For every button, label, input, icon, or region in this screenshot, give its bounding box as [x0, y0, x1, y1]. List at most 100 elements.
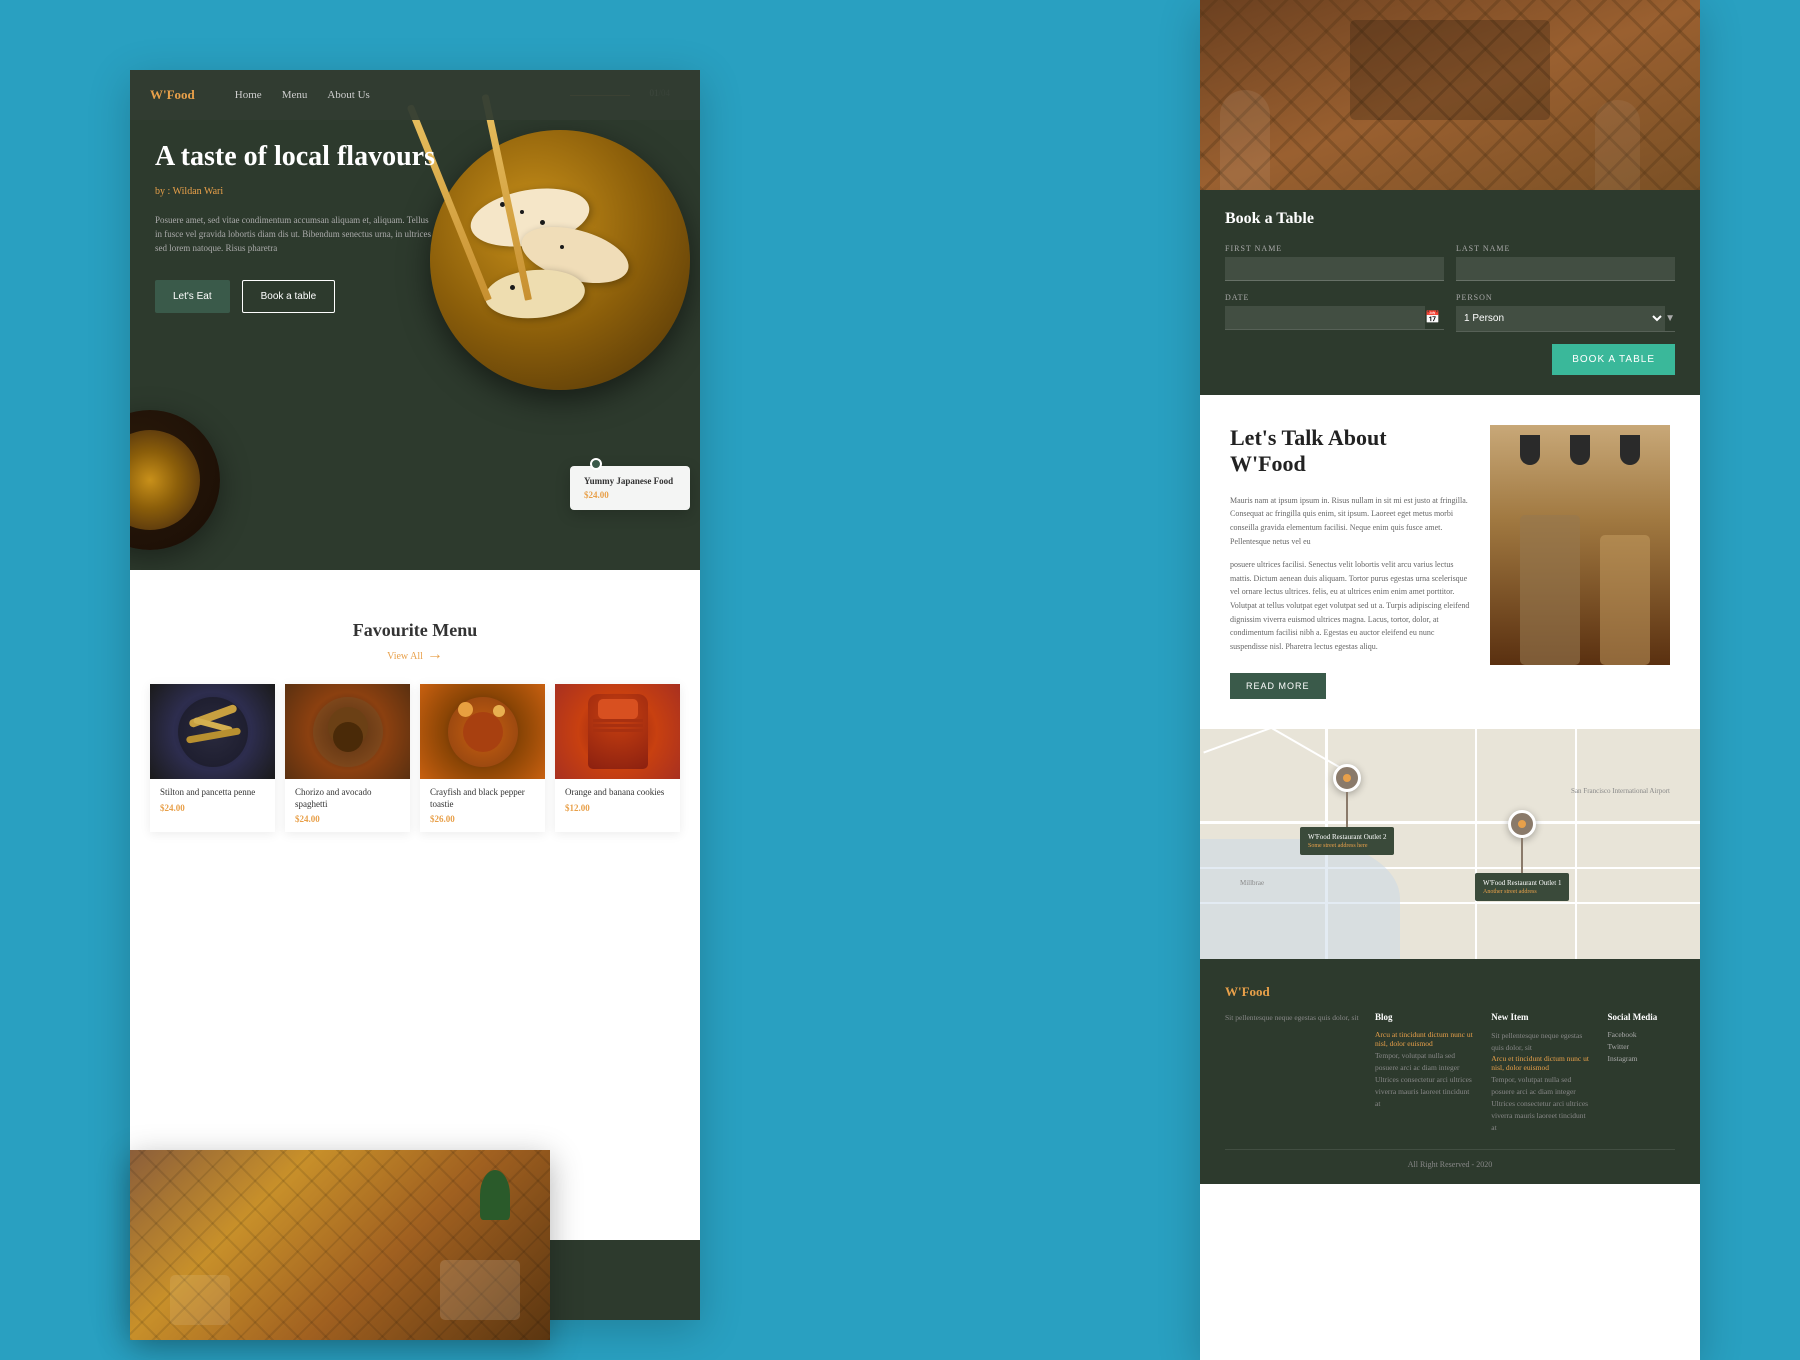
- table-figure: [440, 1260, 520, 1320]
- footer-social-col: Social Media Facebook Twitter Instagram: [1608, 1012, 1676, 1134]
- hanging-light-2: [1570, 435, 1590, 465]
- menu-item-3-image: [420, 684, 545, 779]
- first-name-input[interactable]: [1225, 257, 1444, 281]
- menu-item-1-image: [150, 684, 275, 779]
- footer-instagram-link[interactable]: Instagram: [1608, 1054, 1676, 1063]
- map-label-millbrae: Millbrae: [1240, 879, 1264, 887]
- menu-item-2-price: $24.00: [295, 814, 400, 824]
- last-name-label: LAST NAME: [1456, 244, 1675, 253]
- menu-item-3-name: Crayfish and black pepper toastie: [430, 787, 535, 810]
- book-table-form: Book a Table FIRST NAME LAST NAME DATE 📅…: [1200, 190, 1700, 395]
- menu-item-2-info: Chorizo and avocado spaghetti $24.00: [285, 779, 410, 832]
- menu-section-title: Favourite Menu: [150, 620, 680, 641]
- footer-new-item-text2: Ultrices consectetur arci ultrices viver…: [1491, 1098, 1592, 1134]
- about-paragraph-2: posuere ultrices facilisi. Senectus veli…: [1230, 558, 1470, 653]
- menu-item-3: Crayfish and black pepper toastie $26.00: [420, 684, 545, 832]
- right-website-panel: Book a Table FIRST NAME LAST NAME DATE 📅…: [1200, 0, 1700, 1360]
- last-name-field: LAST NAME: [1456, 244, 1675, 281]
- bottom-restaurant-photo: [130, 1150, 550, 1340]
- menu-item-2-image: [285, 684, 410, 779]
- footer-new-item-text1: Tempor, volutpat nulla sed posuere arci …: [1491, 1074, 1592, 1098]
- sesame-dot: [540, 220, 545, 225]
- nav-about[interactable]: About Us: [327, 89, 369, 101]
- menu-section: Favourite Menu View All → Stilton and pa…: [130, 590, 700, 852]
- footer-social-title: Social Media: [1608, 1012, 1676, 1022]
- about-section: Let's Talk About W'Food Mauris nam at ip…: [1200, 395, 1700, 729]
- menu-item-4-price: $12.00: [565, 803, 670, 813]
- map-road-diag1: [1210, 729, 1341, 768]
- nav-home[interactable]: Home: [235, 89, 262, 101]
- read-more-button[interactable]: READ MORE: [1230, 673, 1326, 699]
- sesame-dot: [510, 285, 515, 290]
- popup-dot: [590, 458, 602, 470]
- footer-new-item-desc: Sit pellentesque neque egestas quis dolo…: [1491, 1030, 1592, 1054]
- footer-facebook-link[interactable]: Facebook: [1608, 1030, 1676, 1039]
- date-label: DATE: [1225, 293, 1444, 302]
- book-table-button[interactable]: Book a table: [242, 280, 336, 313]
- nav-logo: W'Food: [150, 87, 195, 103]
- lets-eat-button[interactable]: Let's Eat: [155, 280, 230, 313]
- map-background: San Francisco International Airport Mill…: [1200, 729, 1700, 959]
- footer-brand-desc: Sit pellentesque neque egestas quis dolo…: [1225, 1012, 1360, 1024]
- hanging-light-3: [1620, 435, 1640, 465]
- footer-blog-title: Blog: [1375, 1012, 1476, 1022]
- map-pin-outlet-1[interactable]: W'Food Restaurant Outlet 1 Another stree…: [1475, 810, 1569, 901]
- first-name-label: FIRST NAME: [1225, 244, 1444, 253]
- date-field: DATE 📅: [1225, 293, 1444, 332]
- menu-item-1-name: Stilton and pancetta penne: [160, 787, 265, 799]
- table-top: [1350, 20, 1550, 120]
- view-all-link[interactable]: View All: [387, 651, 423, 662]
- footer-blog-text2: Ultrices consectetur arci ultrices viver…: [1375, 1074, 1476, 1110]
- food-info-popup: Yummy Japanese Food $24.00: [570, 466, 690, 510]
- diner-figure-1: [1220, 90, 1270, 190]
- hero-title: A taste of local flavours: [155, 140, 435, 174]
- about-kitchen-image: [1490, 425, 1670, 665]
- person-field: PERSON 1 Person 2 Persons 3 Persons 4 Pe…: [1456, 293, 1675, 332]
- footer-blog-link[interactable]: Arcu at tincidunt dictum nunc ut nisl, d…: [1375, 1030, 1476, 1048]
- footer-blog-text1: Tempor, volutpat nulla sed posuere arci …: [1375, 1050, 1476, 1074]
- menu-header: Favourite Menu View All →: [150, 620, 680, 664]
- map-road-h1: [1200, 821, 1700, 824]
- hero-author: by : Wildan Wari: [155, 186, 435, 197]
- water-body: [1200, 839, 1400, 959]
- chef-figure-1: [1520, 515, 1580, 665]
- menu-item-3-info: Crayfish and black pepper toastie $26.00: [420, 779, 545, 832]
- pin-dot-2: [1518, 820, 1526, 828]
- chevron-down-icon: ▼: [1665, 313, 1675, 324]
- pin-label-2: W'Food Restaurant Outlet 1 Another stree…: [1475, 873, 1569, 901]
- pin-dot-1: [1343, 774, 1351, 782]
- plant: [480, 1170, 510, 1220]
- date-person-row: DATE 📅 PERSON 1 Person 2 Persons 3 Perso…: [1225, 293, 1675, 332]
- about-paragraph-1: Mauris nam at ipsum ipsum in. Risus null…: [1230, 494, 1470, 548]
- dumpling-3: [483, 266, 587, 323]
- footer: W'Food Sit pellentesque neque egestas qu…: [1200, 959, 1700, 1184]
- nav-menu[interactable]: Menu: [282, 89, 308, 101]
- person-label: PERSON: [1456, 293, 1675, 302]
- food-popup-name: Yummy Japanese Food: [584, 476, 676, 486]
- footer-copyright: All Right Reserved - 2020: [1225, 1160, 1675, 1169]
- hero-buttons: Let's Eat Book a table: [155, 280, 435, 313]
- hero-description: Posuere amet, sed vitae condimentum accu…: [155, 213, 435, 256]
- menu-item-4: Orange and banana cookies $12.00: [555, 684, 680, 832]
- date-input[interactable]: [1225, 306, 1425, 329]
- last-name-input[interactable]: [1456, 257, 1675, 281]
- person-select[interactable]: 1 Person 2 Persons 3 Persons 4 Persons: [1456, 306, 1665, 331]
- map-pin-outlet-2[interactable]: W'Food Restaurant Outlet 2 Some street a…: [1300, 764, 1394, 855]
- chef-figure-2: [1600, 535, 1650, 665]
- hanging-light-1: [1520, 435, 1540, 465]
- table-figure-2: [170, 1275, 230, 1325]
- sesame-dot: [560, 245, 564, 249]
- map-road-v3: [1575, 729, 1577, 959]
- footer-twitter-link[interactable]: Twitter: [1608, 1042, 1676, 1051]
- footer-new-item-link[interactable]: Arcu et tincidunt dictum nunc ut nisl, d…: [1491, 1054, 1592, 1072]
- nav-links: Home Menu About Us: [235, 89, 370, 101]
- left-website-panel: W'Food Home Menu About Us 01/04: [130, 70, 700, 1320]
- calendar-icon: 📅: [1425, 310, 1440, 325]
- about-title: Let's Talk About W'Food: [1230, 425, 1470, 478]
- navigation: W'Food Home Menu About Us: [130, 70, 700, 120]
- map-road-diag2: [1203, 729, 1316, 753]
- map-label-sf: San Francisco International Airport: [1571, 787, 1670, 795]
- book-table-submit-button[interactable]: BOOK A TABLE: [1552, 344, 1675, 375]
- map-section: San Francisco International Airport Mill…: [1200, 729, 1700, 959]
- latte-art: [130, 430, 200, 530]
